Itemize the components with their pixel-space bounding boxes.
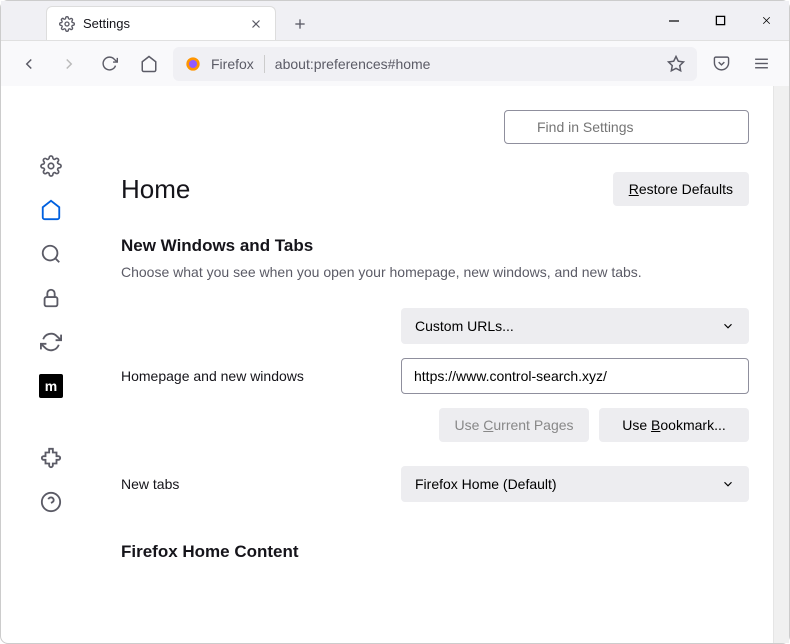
close-window-button[interactable] [743, 1, 789, 41]
sidebar-item-search[interactable] [31, 234, 71, 274]
tabs-area: Settings [1, 1, 651, 40]
use-current-pages-button[interactable]: Use Current Pages [439, 408, 589, 442]
toolbar: Firefox about:preferences#home [1, 41, 789, 86]
sidebar-item-sync[interactable] [31, 322, 71, 362]
gear-icon [59, 16, 75, 32]
content-area: m Home Restore Defaults New Windows and … [1, 86, 789, 643]
section-title-windows-tabs: New Windows and Tabs [121, 236, 749, 256]
sidebar-item-general[interactable] [31, 146, 71, 186]
forward-button[interactable] [53, 48, 85, 80]
bookmark-star-icon[interactable] [667, 55, 685, 73]
select-value: Custom URLs... [415, 318, 514, 334]
select-value: Firefox Home (Default) [415, 476, 557, 492]
minimize-button[interactable] [651, 1, 697, 41]
tab-title: Settings [83, 16, 249, 31]
tab-settings[interactable]: Settings [46, 6, 276, 40]
restore-defaults-button[interactable]: Restore Defaults [613, 172, 749, 206]
section-title-home-content: Firefox Home Content [121, 542, 749, 562]
use-bookmark-button[interactable]: Use Bookmark... [599, 408, 749, 442]
settings-search-input[interactable] [504, 110, 749, 144]
home-button[interactable] [133, 48, 165, 80]
back-button[interactable] [13, 48, 45, 80]
section-description: Choose what you see when you open your h… [121, 264, 749, 280]
chevron-down-icon [721, 319, 735, 333]
homepage-url-input[interactable] [401, 358, 749, 394]
app-menu-icon[interactable] [745, 48, 777, 80]
newtabs-select[interactable]: Firefox Home (Default) [401, 466, 749, 502]
newtabs-label: New tabs [121, 476, 401, 492]
sidebar-item-home[interactable] [31, 190, 71, 230]
sidebar-item-extensions[interactable] [31, 438, 71, 478]
sidebar-item-help[interactable] [31, 482, 71, 522]
pocket-icon[interactable] [705, 48, 737, 80]
window-controls [651, 1, 789, 41]
vertical-scrollbar[interactable] [773, 86, 789, 643]
reload-button[interactable] [93, 48, 125, 80]
m-logo-icon: m [39, 374, 63, 398]
url-bar[interactable]: Firefox about:preferences#home [173, 47, 697, 81]
url-text: about:preferences#home [275, 56, 657, 72]
title-bar: Settings [1, 1, 789, 41]
firefox-logo-icon [185, 56, 201, 72]
main-panel: Home Restore Defaults New Windows and Ta… [101, 86, 789, 643]
homepage-mode-select[interactable]: Custom URLs... [401, 308, 749, 344]
new-tab-button[interactable] [284, 8, 316, 40]
settings-sidebar: m [1, 86, 101, 643]
sidebar-item-more[interactable]: m [31, 366, 71, 406]
homepage-label: Homepage and new windows [121, 368, 401, 384]
page-title: Home [121, 174, 190, 205]
maximize-button[interactable] [697, 1, 743, 41]
close-icon[interactable] [249, 17, 263, 31]
separator [264, 55, 265, 73]
sidebar-item-privacy[interactable] [31, 278, 71, 318]
identity-label: Firefox [211, 56, 254, 72]
chevron-down-icon [721, 477, 735, 491]
